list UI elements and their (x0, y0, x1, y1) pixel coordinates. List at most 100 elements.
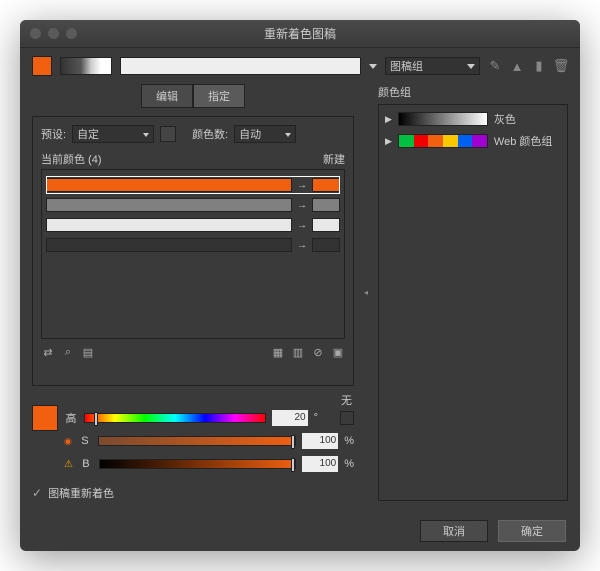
dialog-body: 编辑 指定 预设: 自定 颜色数: 自动 当前颜色 (4) 新建 (20, 84, 580, 511)
edit-swatch[interactable] (32, 405, 58, 431)
window-title: 重新着色图稿 (20, 25, 580, 42)
group-swatch (398, 112, 488, 126)
slider-handle[interactable] (291, 458, 295, 472)
hue-row: 高 20 ° (32, 408, 354, 428)
ok-button[interactable]: 确定 (498, 520, 566, 542)
recolor-dialog: 重新着色图稿 图稿组 ✎ ▲ ▮ 🗑 编辑 指定 预设: 自定 (20, 20, 580, 551)
current-color-bar[interactable] (46, 238, 292, 252)
color-row[interactable]: → (46, 196, 340, 214)
hue-slider[interactable] (84, 413, 266, 423)
disclosure-icon[interactable]: ▶ (385, 136, 392, 147)
separate-icon[interactable]: ▥ (291, 345, 305, 359)
preset-row: 预设: 自定 颜色数: 自动 (41, 125, 345, 143)
recolor-checkbox-label: 图稿重新着色 (48, 485, 114, 501)
traffic-lights (30, 28, 77, 39)
none-label: 无 (32, 392, 352, 408)
group-name: Web 颜色组 (494, 133, 552, 149)
color-list: → → → → (41, 169, 345, 339)
find-icon[interactable]: ⌕ (61, 345, 75, 359)
color-groups-label: 颜色组 (378, 84, 568, 100)
color-sliders: 无 高 20 ° ◉ S 100 % (32, 392, 354, 477)
artwork-preview[interactable] (60, 57, 112, 75)
random-icon[interactable]: ⇄ (41, 345, 55, 359)
new-color-swatch[interactable] (312, 238, 340, 252)
sat-label: S (78, 435, 92, 447)
zoom-icon[interactable] (66, 28, 77, 39)
color-group-item[interactable]: ▶ Web 颜色组 (385, 133, 561, 149)
slider-handle[interactable] (94, 412, 98, 426)
new-color-swatch[interactable] (312, 218, 340, 232)
sat-value[interactable]: 100 (302, 433, 338, 449)
top-toolbar: 图稿组 ✎ ▲ ▮ 🗑 (20, 48, 580, 84)
trash-icon[interactable]: 🗑 (554, 59, 568, 73)
tab-bar: 编辑 指定 (32, 84, 354, 108)
current-colors-label: 当前颜色 (4) (41, 151, 102, 167)
titlebar: 重新着色图稿 (20, 20, 580, 48)
chevron-down-icon (467, 64, 475, 69)
colorcount-select[interactable]: 自动 (234, 125, 296, 143)
folder-icon[interactable]: ▮ (532, 59, 546, 73)
color-group-item[interactable]: ▶ 灰色 (385, 111, 561, 127)
recolor-checkbox-row: ✓ 图稿重新着色 (32, 485, 354, 501)
tab-assign[interactable]: 指定 (193, 84, 245, 108)
sat-unit: % (344, 435, 354, 447)
close-icon[interactable] (30, 28, 41, 39)
disclosure-icon[interactable]: ▶ (385, 114, 392, 125)
sort-icon[interactable]: ▤ (81, 345, 95, 359)
color-row[interactable]: → (46, 176, 340, 194)
current-color-bar[interactable] (46, 198, 292, 212)
right-panel: 颜色组 ▶ 灰色 ▶ Web 颜色组 (378, 84, 568, 501)
dropdown-icon[interactable] (369, 64, 377, 69)
sat-slider[interactable] (98, 436, 296, 446)
left-panel: 编辑 指定 预设: 自定 颜色数: 自动 当前颜色 (4) 新建 (32, 84, 354, 501)
slider-handle[interactable] (291, 435, 295, 449)
current-color-bar[interactable] (46, 218, 292, 232)
new-color-swatch[interactable] (312, 178, 340, 192)
name-field[interactable] (120, 57, 361, 75)
bri-label: B (79, 458, 93, 470)
exclude-icon[interactable]: ⊘ (311, 345, 325, 359)
hue-label: 高 (64, 410, 78, 426)
preset-options-icon[interactable] (160, 126, 176, 142)
new-row-icon[interactable]: ▣ (331, 345, 345, 359)
new-label: 新建 (323, 151, 345, 167)
colorcount-label: 颜色数: (192, 126, 228, 142)
tab-edit[interactable]: 编辑 (141, 84, 193, 108)
dialog-footer: 取消 确定 (20, 511, 580, 551)
hue-unit: ° (314, 412, 318, 424)
none-swatch-icon[interactable] (340, 411, 354, 425)
top-icons: ✎ ▲ ▮ 🗑 (488, 59, 568, 73)
panel-resizer[interactable] (364, 84, 368, 501)
minimize-icon[interactable] (48, 28, 59, 39)
cancel-button[interactable]: 取消 (420, 520, 488, 542)
list-toolbar: ⇄ ⌕ ▤ ▦ ▥ ⊘ ▣ (41, 345, 345, 359)
preset-label: 预设: (41, 126, 66, 142)
artwork-group-select[interactable]: 图稿组 (385, 57, 480, 75)
bri-row: ⚠ B 100 % (32, 454, 354, 474)
arrow-icon: → (296, 220, 308, 231)
bri-slider[interactable] (99, 459, 296, 469)
arrow-icon: → (296, 240, 308, 251)
color-list-header: 当前颜色 (4) 新建 (41, 151, 345, 167)
artwork-group-label: 图稿组 (390, 58, 423, 74)
color-row[interactable]: → (46, 216, 340, 234)
link-icon[interactable]: ◉ (64, 436, 72, 447)
bri-value[interactable]: 100 (302, 456, 338, 472)
eyedropper-icon[interactable]: ✎ (488, 59, 502, 73)
new-color-swatch[interactable] (312, 198, 340, 212)
group-name: 灰色 (494, 111, 516, 127)
color-groups-list: ▶ 灰色 ▶ Web 颜色组 (378, 104, 568, 501)
checkbox-icon[interactable]: ✓ (32, 486, 42, 500)
warn-icon[interactable]: ⚠ (64, 459, 73, 470)
merge-icon[interactable]: ▦ (271, 345, 285, 359)
bri-unit: % (344, 458, 354, 470)
color-row[interactable]: → (46, 236, 340, 254)
arrow-icon: → (296, 200, 308, 211)
hue-value[interactable]: 20 (272, 410, 308, 426)
preset-select[interactable]: 自定 (72, 125, 154, 143)
current-color-bar[interactable] (46, 178, 292, 192)
assign-panel: 预设: 自定 颜色数: 自动 当前颜色 (4) 新建 → (32, 116, 354, 386)
active-swatch[interactable] (32, 56, 52, 76)
save-group-icon[interactable]: ▲ (510, 59, 524, 73)
sat-row: ◉ S 100 % (32, 431, 354, 451)
